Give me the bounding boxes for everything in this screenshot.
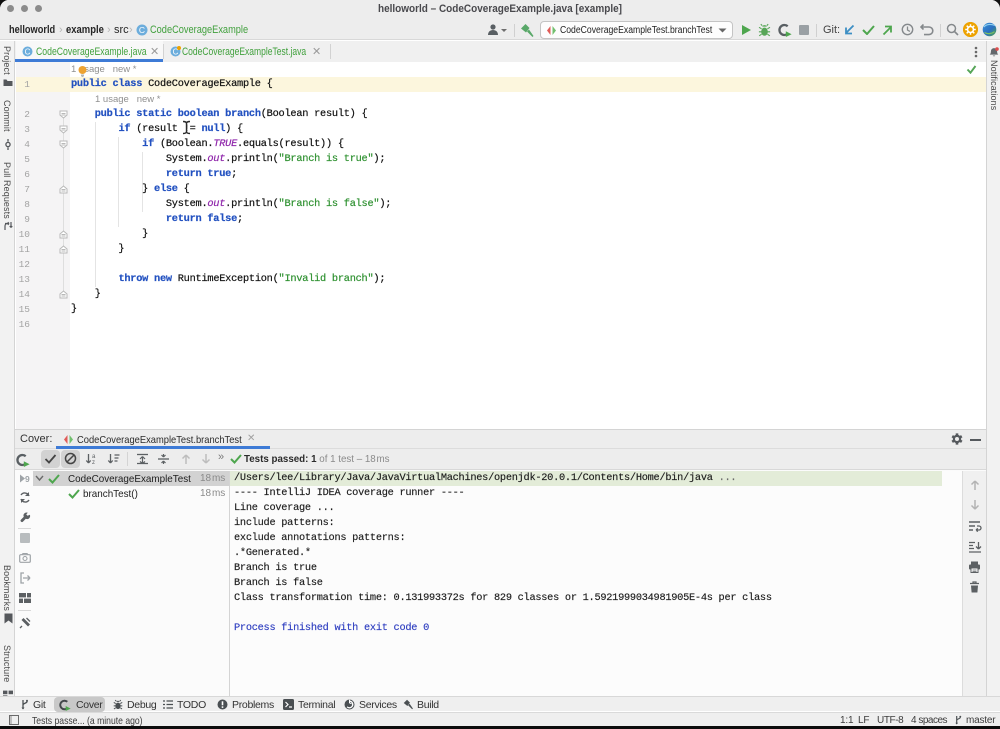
svg-text:C: C [25, 48, 31, 57]
svg-text:z: z [92, 460, 95, 465]
svg-text:C: C [139, 25, 145, 35]
